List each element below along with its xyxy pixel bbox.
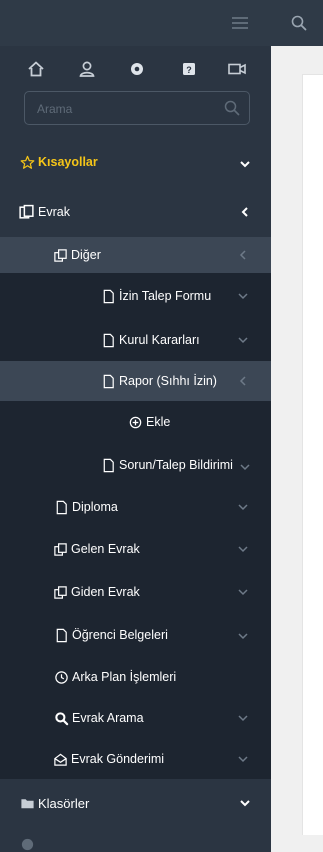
user-icon[interactable] — [76, 58, 98, 80]
document-icon — [101, 374, 116, 389]
search-icon[interactable] — [290, 14, 308, 32]
chevron-down-icon — [237, 543, 249, 555]
chevron-down-icon — [237, 290, 249, 302]
menu-item-label: Evrak — [38, 205, 70, 219]
copy-icon — [53, 585, 68, 600]
sidebar: ? Kısayollar Evrak — [0, 0, 271, 852]
documents-icon — [18, 204, 35, 221]
chevron-down-icon — [239, 797, 251, 809]
menu-item-label: Evrak Arama — [72, 711, 144, 725]
menu-item-giden-evrak[interactable]: Giden Evrak — [0, 571, 271, 613]
chevron-left-icon — [239, 206, 251, 218]
copy-icon — [53, 542, 68, 557]
menu-item-label: Giden Evrak — [71, 585, 140, 599]
menu-item-sorun-talep[interactable]: Sorun/Talep Bildirimi — [0, 443, 271, 487]
chevron-down-icon — [239, 461, 251, 473]
sidebar-header — [0, 0, 271, 46]
search-icon — [54, 711, 69, 726]
svg-text:?: ? — [186, 65, 192, 75]
menu-item-label: Diploma — [72, 500, 118, 514]
search-icon[interactable] — [223, 99, 241, 117]
menu-item-label: İzin Talep Formu — [119, 289, 212, 303]
menu-item-label: Arka Plan İşlemleri — [72, 670, 177, 684]
menu-item-gelen-evrak[interactable]: Gelen Evrak — [0, 527, 271, 571]
folder-icon — [20, 796, 35, 811]
sidebar-search-input[interactable] — [35, 98, 219, 120]
menu-item-partial[interactable] — [0, 836, 271, 852]
menu-item-label: Kurul Kararları — [119, 333, 200, 347]
menu-item-label: Ekle — [146, 415, 171, 429]
menu-item-ogrenci-belgeleri[interactable]: Öğrenci Belgeleri — [0, 613, 271, 657]
menu-item-kurul-kararlari[interactable]: Kurul Kararları — [0, 319, 271, 361]
menu-item-label: Evrak Gönderimi — [71, 752, 165, 766]
menu-item-klasorler[interactable]: Klasörler — [0, 779, 271, 827]
menu-item-evrak[interactable]: Evrak — [0, 197, 271, 227]
menu-item-kisayollar[interactable]: Kısayollar — [0, 148, 271, 176]
video-icon[interactable] — [226, 58, 248, 80]
home-icon[interactable] — [25, 58, 47, 80]
menu-item-label: Gelen Evrak — [71, 542, 140, 556]
menu-item-label: Klasörler — [38, 795, 90, 811]
main-content-card — [302, 74, 323, 835]
chevron-down-icon — [237, 753, 249, 765]
menu-item-evrak-arama[interactable]: Evrak Arama — [0, 697, 271, 739]
menu-item-arka-plan[interactable]: Arka Plan İşlemleri — [0, 657, 271, 697]
menu-item-label: Diğer — [71, 248, 101, 262]
menu-item-diger[interactable]: Diğer — [0, 237, 271, 273]
menu-item-rapor[interactable]: Rapor (Sıhhı İzin) — [0, 361, 271, 401]
menu-item-label: Öğrenci Belgeleri — [72, 628, 168, 642]
sidebar-icon-row: ? — [0, 58, 271, 82]
menu-item-label: Sorun/Talep Bildirimi — [119, 458, 233, 472]
menu-toggle-icon[interactable] — [232, 17, 248, 29]
document-icon — [54, 500, 69, 515]
menu-item-label: Rapor (Sıhhı İzin) — [119, 374, 217, 388]
sidebar-search — [24, 91, 250, 125]
chevron-down-icon — [237, 586, 249, 598]
chevron-left-icon — [237, 249, 249, 261]
clock-icon — [54, 670, 69, 685]
document-icon — [54, 628, 69, 643]
menu-item-evrak-gonderimi[interactable]: Evrak Gönderimi — [0, 739, 271, 779]
copy-icon — [53, 248, 68, 263]
info-icon — [20, 837, 35, 852]
chevron-left-icon — [237, 375, 249, 387]
menu-item-izin-talep-formu[interactable]: İzin Talep Formu — [0, 273, 271, 319]
chevron-down-icon — [237, 712, 249, 724]
menu-item-label: Kısayollar — [38, 155, 98, 169]
document-icon — [101, 458, 116, 473]
document-icon — [101, 289, 116, 304]
chevron-down-icon — [237, 630, 249, 642]
chevron-down-icon — [237, 334, 249, 346]
chevron-down-icon — [239, 158, 251, 170]
add-circle-icon — [128, 415, 143, 430]
chevron-down-icon — [237, 501, 249, 513]
envelope-open-icon — [53, 752, 68, 767]
document-icon — [101, 333, 116, 348]
menu-item-diploma[interactable]: Diploma — [0, 487, 271, 527]
menu-item-ekle[interactable]: Ekle — [0, 401, 271, 443]
star-icon — [20, 155, 35, 170]
settings-icon[interactable] — [126, 58, 148, 80]
help-icon[interactable]: ? — [178, 58, 200, 80]
